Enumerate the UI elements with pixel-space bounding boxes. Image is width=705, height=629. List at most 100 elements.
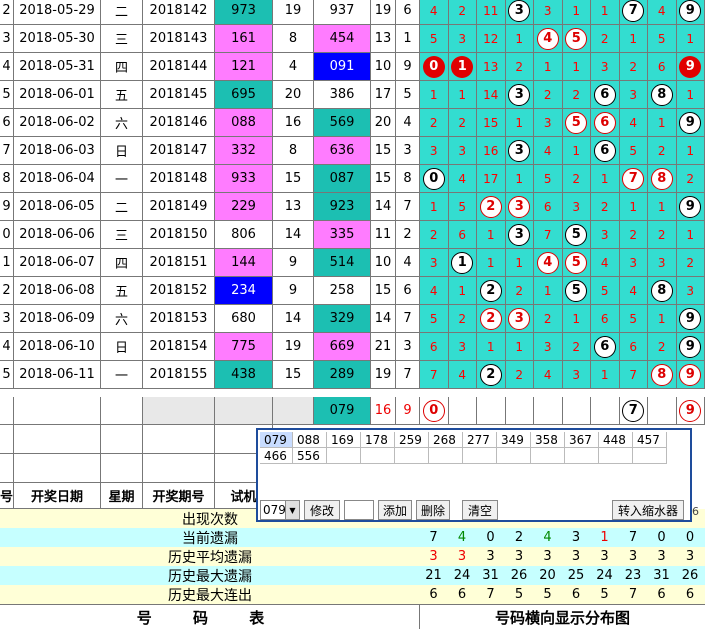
trial-number: 680	[215, 305, 273, 333]
number-pool-panel[interactable]: 079088169178259268277349358367448457 4665…	[256, 428, 692, 522]
distribution-cell: 6	[420, 333, 449, 361]
draw-date: 2018-06-01	[14, 81, 101, 109]
distribution-cell: 8	[648, 361, 677, 389]
table-row: 22018-06-08五201815223492581564122155483	[0, 277, 705, 305]
stats-label: 当前遗漏	[0, 528, 420, 547]
distribution-cell: 7	[620, 165, 649, 193]
miss-count: 7	[430, 368, 438, 382]
draw-span: 3	[396, 333, 420, 361]
add-button[interactable]: 添加	[378, 500, 412, 520]
number-select[interactable]: 079 ▼	[260, 500, 300, 520]
pool-number[interactable]: 259	[395, 432, 429, 448]
transfer-to-reducer-button[interactable]: 转入缩水器	[612, 500, 684, 520]
hit-ball: 3	[508, 308, 530, 330]
distribution-cell: 1	[506, 333, 535, 361]
hit-ball: 4	[537, 252, 559, 274]
pool-number[interactable]: 169	[327, 432, 361, 448]
stats-value: 3	[648, 547, 675, 566]
pool-number[interactable]: 277	[463, 432, 497, 448]
edit-button[interactable]: 修改	[304, 500, 340, 520]
stats-label: 历史最大连出	[0, 585, 420, 604]
period-number: 2018144	[143, 53, 215, 81]
distribution-cell: 4	[534, 361, 563, 389]
distribution-cell: 5	[620, 305, 649, 333]
stats-value: 5	[506, 585, 533, 604]
trial-sum: 8	[273, 25, 314, 53]
miss-count: 6	[458, 228, 466, 242]
stats-value: 3	[677, 547, 704, 566]
miss-count: 1	[572, 144, 580, 158]
miss-count: 2	[515, 368, 523, 382]
miss-count: 2	[572, 88, 580, 102]
pool-number[interactable]: 466	[260, 448, 293, 464]
miss-count: 3	[458, 144, 466, 158]
miss-count: 2	[686, 256, 694, 270]
chevron-down-icon[interactable]: ▼	[285, 501, 299, 519]
row-index: 8	[0, 165, 14, 193]
miss-count: 1	[572, 60, 580, 74]
stats-label: 历史最大遗漏	[0, 566, 420, 585]
pool-number[interactable]: 088	[293, 432, 327, 448]
miss-count: 1	[515, 172, 523, 186]
pool-number[interactable]: 457	[633, 432, 667, 448]
period-number: 2018142	[143, 0, 215, 25]
distribution-cell: 2	[620, 221, 649, 249]
distribution-cell: 6	[449, 221, 478, 249]
table-row: 72018-06-03日2018147332863615333163416521	[0, 137, 705, 165]
pool-number[interactable]: 349	[497, 432, 531, 448]
distribution-cell: 4	[620, 277, 649, 305]
pool-empty-cell	[565, 448, 599, 464]
distribution-cell: 3	[506, 305, 535, 333]
number-input[interactable]	[344, 500, 374, 520]
miss-count: 7	[629, 368, 637, 382]
header-date: 开奖日期	[14, 483, 101, 509]
distribution-cell: 3	[534, 0, 563, 25]
miss-count: 2	[458, 312, 466, 326]
stats-value: 3	[563, 547, 590, 566]
draw-number: 923	[314, 193, 371, 221]
period-number: 2018152	[143, 277, 215, 305]
hit-ball: 8	[651, 168, 673, 190]
hit-ball: 2	[480, 308, 502, 330]
draw-sum: 10	[371, 249, 396, 277]
stats-value: 7	[477, 585, 504, 604]
pool-number[interactable]: 178	[361, 432, 395, 448]
row-index: 9	[0, 193, 14, 221]
predict-cell: 9	[677, 397, 705, 425]
pool-number[interactable]: 367	[565, 432, 599, 448]
weekday: 六	[101, 305, 143, 333]
pool-number[interactable]: 556	[293, 448, 327, 464]
trial-sum: 19	[273, 0, 314, 25]
distribution-cell: 9	[677, 53, 705, 81]
distribution-cell: 6	[534, 193, 563, 221]
clear-button[interactable]: 清空	[462, 500, 498, 520]
pool-number[interactable]: 358	[531, 432, 565, 448]
stats-value: 7	[620, 585, 647, 604]
miss-count: 2	[629, 228, 637, 242]
distribution-cell: 6	[648, 53, 677, 81]
miss-count: 1	[601, 368, 609, 382]
stats-value: 26	[677, 566, 704, 585]
row-index: 3	[0, 25, 14, 53]
pool-number[interactable]: 268	[429, 432, 463, 448]
draw-sum: 11	[371, 221, 396, 249]
miss-count: 1	[515, 32, 523, 46]
miss-count: 7	[544, 228, 552, 242]
trial-number: 438	[215, 361, 273, 389]
miss-count: 1	[544, 284, 552, 298]
miss-count: 3	[544, 116, 552, 130]
period-number: 2018151	[143, 249, 215, 277]
stats-value: 3	[449, 547, 476, 566]
stats-value: 26	[506, 566, 533, 585]
distribution-cell: 1	[506, 165, 535, 193]
distribution-cell: 2	[591, 25, 620, 53]
distribution-cell: 5	[534, 165, 563, 193]
pool-number[interactable]: 079	[260, 432, 293, 448]
footer: 号 码 表 号码横向显示分布图	[0, 604, 705, 628]
distribution-cell: 4	[449, 361, 478, 389]
weekday: 六	[101, 109, 143, 137]
stats-value: 4	[534, 528, 561, 547]
row-index: 7	[0, 137, 14, 165]
delete-button[interactable]: 删除	[416, 500, 450, 520]
pool-number[interactable]: 448	[599, 432, 633, 448]
